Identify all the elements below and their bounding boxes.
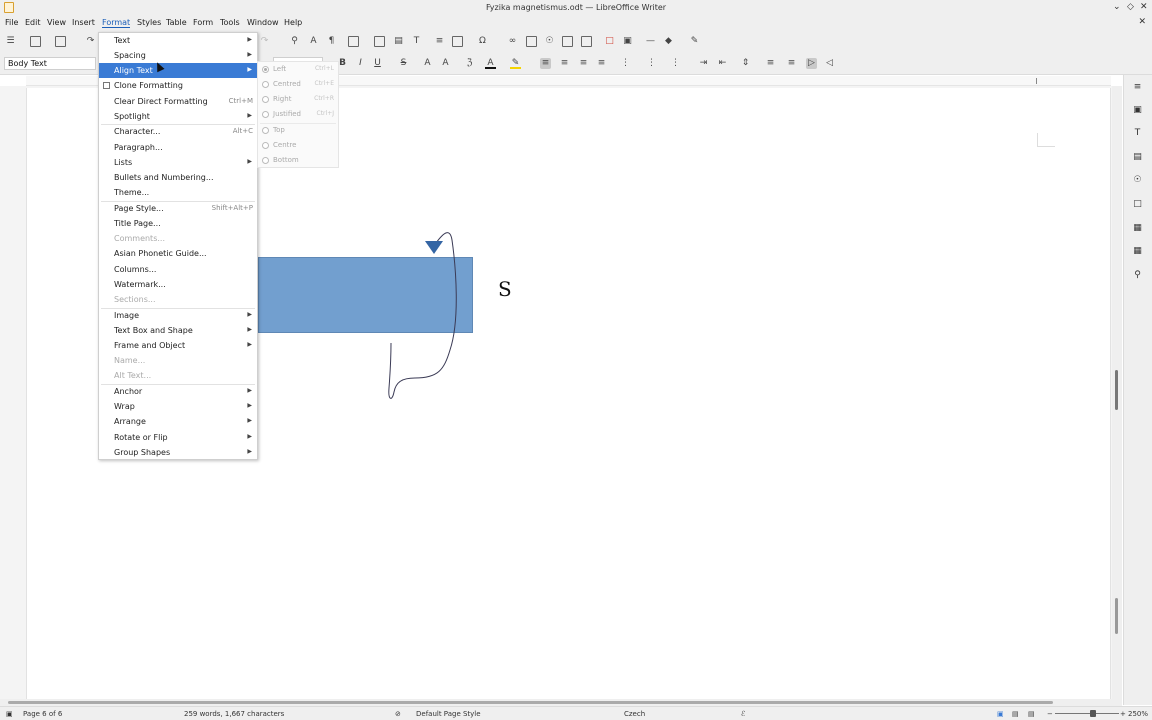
menu-item-frame-object[interactable]: Frame and Object ▶ <box>99 338 257 353</box>
gallery-icon[interactable]: ▤ <box>1132 152 1143 163</box>
submenu-arrow-icon: ▶ <box>247 112 252 119</box>
submenu-item-justified: Justified Ctrl+J <box>258 107 338 122</box>
menu-item-lists[interactable]: Lists ▶ <box>99 155 257 170</box>
styles-icon[interactable]: T <box>1132 128 1143 139</box>
submenu-arrow-icon: ▶ <box>247 387 252 394</box>
single-page-view-icon[interactable]: ▣ <box>997 710 1004 718</box>
zoom-in-icon[interactable]: + <box>1120 710 1126 718</box>
submenu-arrow-icon: ▶ <box>247 36 252 43</box>
submenu-item-centre: Centre <box>258 138 338 153</box>
status-bar: ▣ Page 6 of 6 259 words, 1,667 character… <box>0 706 1152 720</box>
vertical-scrollbar[interactable] <box>1112 86 1122 700</box>
menu-item-name: Name... <box>114 356 146 365</box>
radio-selected-icon <box>262 66 269 73</box>
submenu-item-centred: Centred Ctrl+E <box>258 77 338 92</box>
submenu-arrow-icon: ▶ <box>247 311 252 318</box>
menu-item-page-style[interactable]: Page Style... Shift+Alt+P <box>99 201 257 216</box>
page-number-status[interactable]: Page 6 of 6 <box>23 710 62 718</box>
sidebar-menu-icon[interactable]: ≡ <box>1132 82 1143 93</box>
menu-item-bullets-numbering[interactable]: Bullets and Numbering... <box>99 170 257 185</box>
submenu-arrow-icon: ▶ <box>247 341 252 348</box>
language-status[interactable]: Czech <box>624 710 645 718</box>
submenu-item-right: Right Ctrl+R <box>258 92 338 107</box>
book-view-icon[interactable]: ▤ <box>1028 710 1035 718</box>
menu-item-comments: Comments... <box>114 234 165 243</box>
menu-item-wrap[interactable]: Wrap ▶ <box>99 399 257 414</box>
menu-item-theme[interactable]: Theme... <box>99 185 257 200</box>
zoom-slider[interactable] <box>1055 713 1119 714</box>
menu-item-clear-direct-formatting[interactable]: Clear Direct Formatting Ctrl+M <box>99 94 257 109</box>
radio-icon <box>262 127 269 134</box>
radio-icon <box>262 142 269 149</box>
submenu-arrow-icon: ▶ <box>247 51 252 58</box>
menu-item-rotate-flip[interactable]: Rotate or Flip ▶ <box>99 430 257 445</box>
checkbox-icon <box>103 82 110 89</box>
radio-icon <box>262 96 269 103</box>
radio-icon <box>262 111 269 118</box>
menu-item-sections: Sections... <box>114 295 156 304</box>
horizontal-scroll-thumb[interactable] <box>8 701 1053 704</box>
menu-item-spotlight[interactable]: Spotlight ▶ <box>99 109 257 124</box>
menu-item-text-box-shape[interactable]: Text Box and Shape ▶ <box>99 323 257 338</box>
submenu-arrow-icon: ▶ <box>247 448 252 455</box>
zoom-slider-knob[interactable] <box>1090 710 1096 717</box>
submenu-arrow-icon: ▶ <box>247 66 252 73</box>
menu-item-alt-text: Alt Text... <box>114 371 152 380</box>
radio-icon <box>262 81 269 88</box>
submenu-arrow-icon: ▶ <box>247 417 252 424</box>
properties-icon[interactable]: ▣ <box>1132 105 1143 116</box>
submenu-arrow-icon: ▶ <box>247 158 252 165</box>
page-icon[interactable]: □ <box>1132 199 1143 210</box>
menu-item-watermark[interactable]: Watermark... <box>99 277 257 292</box>
menu-item-asian-phonetic-guide[interactable]: Asian Phonetic Guide... <box>99 246 257 261</box>
menu-item-columns[interactable]: Columns... <box>99 262 257 277</box>
submenu-arrow-icon: ▶ <box>247 433 252 440</box>
submenu-arrow-icon: ▶ <box>247 326 252 333</box>
menu-item-anchor[interactable]: Anchor ▶ <box>99 384 257 399</box>
signature-status-icon: ⊘ <box>395 710 401 718</box>
menu-item-character[interactable]: Character... Alt+C <box>99 124 257 139</box>
vertical-scroll-thumb[interactable] <box>1115 370 1118 410</box>
menu-item-title-page[interactable]: Title Page... <box>99 216 257 231</box>
submenu-arrow-icon: ▶ <box>247 402 252 409</box>
menu-item-align-text[interactable]: Align Text ▶ <box>99 63 257 78</box>
navigator-icon[interactable]: ☉ <box>1132 175 1143 186</box>
submenu-item-bottom: Bottom <box>258 153 338 168</box>
page-style-status[interactable]: Default Page Style <box>416 710 481 718</box>
selection-mode-icon[interactable]: ℰ <box>741 710 745 718</box>
find-icon[interactable]: ⚲ <box>1132 270 1143 281</box>
field-direction-arrow <box>425 241 443 254</box>
sidebar-deck: ≡ ▣ T ▤ ☉ □ ▦ ▦ ⚲ <box>1123 75 1152 705</box>
submenu-item-left: Left Ctrl+L <box>258 62 338 77</box>
horizontal-scrollbar[interactable] <box>0 699 1122 706</box>
zoom-out-icon[interactable]: − <box>1047 710 1053 718</box>
field-line-curve <box>388 232 457 399</box>
radio-icon <box>262 157 269 164</box>
vertical-scroll-thumb-secondary[interactable] <box>1115 598 1118 634</box>
align-text-submenu: Left Ctrl+L Centred Ctrl+E Right Ctrl+R Jus… <box>257 61 339 168</box>
menu-item-text[interactable]: Text ▶ <box>99 33 257 48</box>
submenu-item-top: Top <box>258 123 338 138</box>
zoom-level[interactable]: 250% <box>1128 710 1148 718</box>
menu-item-spacing[interactable]: Spacing ▶ <box>99 48 257 63</box>
manage-changes-icon[interactable]: ▦ <box>1132 246 1143 257</box>
menu-item-image[interactable]: Image ▶ <box>99 308 257 323</box>
menu-item-group-shapes[interactable]: Group Shapes ▶ <box>99 445 257 460</box>
style-inspector-icon[interactable]: ▦ <box>1132 223 1143 234</box>
word-count-status[interactable]: 259 words, 1,667 characters <box>184 710 284 718</box>
document-status-icon: ▣ <box>6 710 13 718</box>
format-menu: Text ▶ Spacing ▶ Align Text ▶ Clone Formatt… <box>98 32 258 460</box>
menu-item-clone-formatting[interactable]: Clone Formatting <box>99 78 257 93</box>
menu-item-paragraph[interactable]: Paragraph... <box>99 140 257 155</box>
multi-page-view-icon[interactable]: ▤ <box>1012 710 1019 718</box>
menu-item-arrange[interactable]: Arrange ▶ <box>99 414 257 429</box>
